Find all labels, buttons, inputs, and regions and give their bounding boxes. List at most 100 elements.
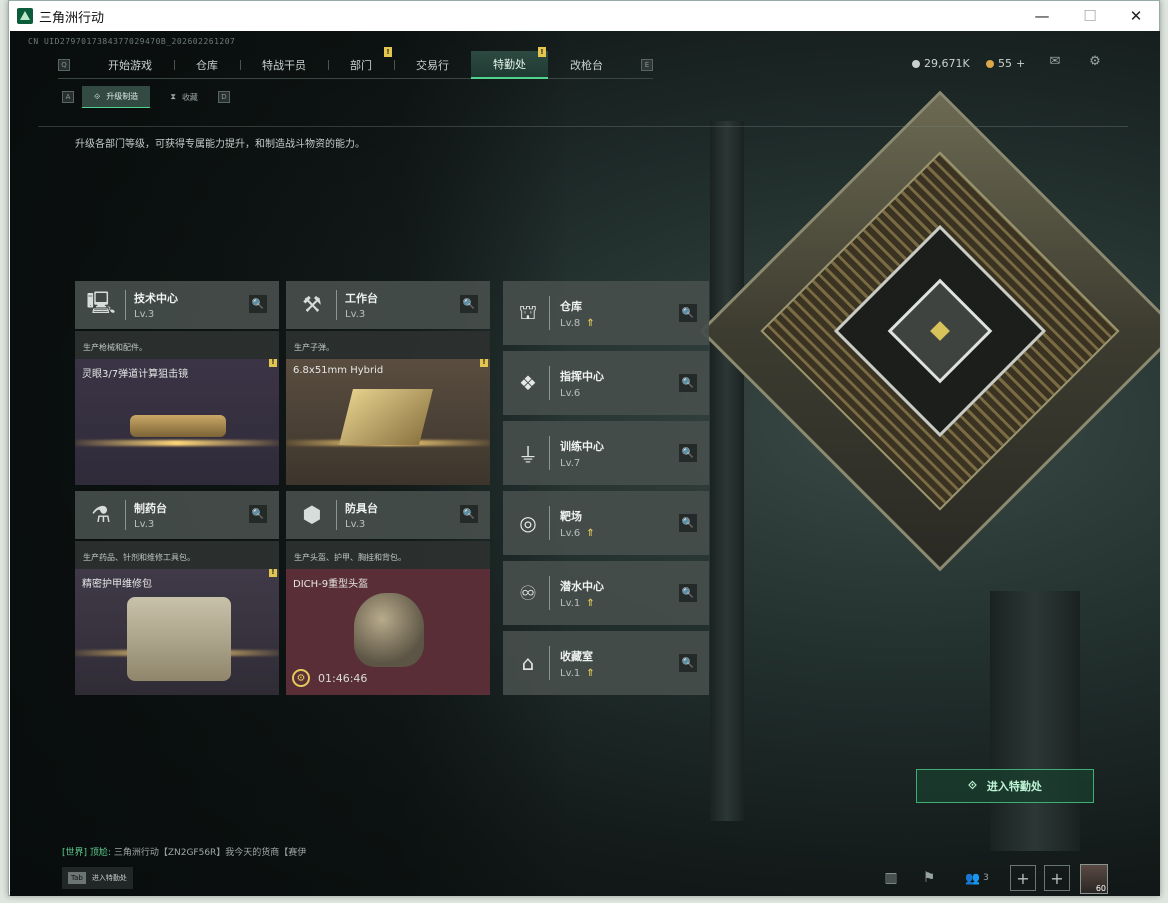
coin-balance[interactable]: 29,671K xyxy=(912,57,970,70)
search-icon[interactable]: 🔍 xyxy=(249,295,267,313)
search-icon[interactable]: 🔍 xyxy=(249,505,267,523)
enter-icon: ⟐ xyxy=(968,779,977,792)
station-subtitle: 生产枪械和配件。 xyxy=(75,331,279,359)
search-icon[interactable]: 🔍 xyxy=(460,505,478,523)
ammo-box-image xyxy=(339,389,433,445)
tab-special-ops[interactable]: 特勤处! xyxy=(471,46,548,79)
stats-chart-icon[interactable]: ▥ xyxy=(878,865,904,891)
dumbbell-icon: ⏚ xyxy=(518,442,538,467)
debug-id: CN UID2797017384377029470B_202602261207 xyxy=(28,37,236,46)
app-logo-icon xyxy=(17,8,33,24)
page-description: 升级各部门等级，可获得专属能力提升，和制造战斗物资的能力。 xyxy=(75,139,365,150)
invite-slot-button[interactable]: + xyxy=(1044,865,1070,891)
station-armor-bench[interactable]: ⬢ 防具台 Lv.3 🔍 xyxy=(286,491,490,539)
station-diving-center[interactable]: ♾ 潜水中心 Lv.1 ⇑ 🔍 xyxy=(503,561,709,625)
search-icon[interactable]: 🔍 xyxy=(679,514,697,532)
craft-timer: ⚙ 01:46:46 xyxy=(292,669,367,687)
add-currency-button[interactable]: + xyxy=(1016,57,1025,70)
subnav-right-key: D xyxy=(217,91,230,103)
enter-special-ops-button[interactable]: ⟐ 进入特勤处 xyxy=(916,769,1094,803)
tab-gunsmith[interactable]: 改枪台 xyxy=(548,51,625,79)
station-workbench[interactable]: ⚒ 工作台 Lv.3 🔍 xyxy=(286,281,490,329)
settings-gear-icon[interactable]: ⚙ xyxy=(1086,53,1104,69)
app-window: 三角洲行动 — ☐ ✕ CN UID2797017384377029470B_2… xyxy=(8,0,1160,896)
station-subtitle: 生产药品、针剂和维修工具包。 xyxy=(75,541,279,569)
station-subtitle: 生产子弹。 xyxy=(286,331,490,359)
tab-collection[interactable]: ⧗ 收藏 xyxy=(158,86,210,108)
search-icon[interactable]: 🔍 xyxy=(679,654,697,672)
microscope-icon: ⚗ xyxy=(91,502,111,528)
alert-badge: ! xyxy=(269,569,277,577)
scope-image xyxy=(130,415,226,437)
craft-slot-pharmacy[interactable]: 精密护甲维修包 ! xyxy=(75,569,279,695)
tab-key-hint[interactable]: Tab 进入特勤处 xyxy=(62,867,133,889)
game-viewport: CN UID2797017384377029470B_202602261207 … xyxy=(10,31,1160,896)
station-subtitle: 生产头盔、护甲、胸挂和背包。 xyxy=(286,541,490,569)
search-icon[interactable]: 🔍 xyxy=(679,374,697,392)
tools-icon: ⚒ xyxy=(302,292,322,318)
nav-left-key: Q xyxy=(58,58,70,71)
station-command-center[interactable]: ❖ 指挥中心 Lv.6 🔍 xyxy=(503,351,709,415)
ticket-balance[interactable]: 55 + xyxy=(986,57,1025,70)
tab-operators[interactable]: 特战干员 xyxy=(240,51,328,79)
upgrade-icon: ⟐ xyxy=(94,91,101,101)
target-icon: ◎ xyxy=(519,511,537,535)
tab-trading[interactable]: 交易行 xyxy=(394,51,471,79)
command-icon: ❖ xyxy=(519,371,537,395)
craft-slot-workbench[interactable]: 6.8x51mm Hybrid ! xyxy=(286,359,490,485)
friends-button[interactable]: 👥 3 xyxy=(960,865,994,891)
avatar-level: 60 xyxy=(1095,884,1106,893)
mail-icon[interactable]: ✉ xyxy=(1046,53,1064,69)
background-tower xyxy=(710,121,744,821)
tab-upgrade-craft[interactable]: ⟐ 升级制造 xyxy=(82,86,151,108)
search-icon[interactable]: 🔍 xyxy=(679,584,697,602)
background-pillar xyxy=(990,591,1080,851)
tab-start-game[interactable]: 开始游戏 xyxy=(86,51,174,79)
avatar[interactable]: 60 xyxy=(1080,864,1108,894)
minimize-button[interactable]: — xyxy=(1019,1,1065,31)
nav-right-key: E xyxy=(641,58,653,71)
warehouse-icon: ⛫ xyxy=(518,299,538,324)
tab-department[interactable]: 部门! xyxy=(328,46,394,79)
title-bar: 三角洲行动 — ☐ ✕ xyxy=(9,1,1159,31)
blocks-icon: ⬢ xyxy=(302,502,322,528)
invite-slot-button[interactable]: + xyxy=(1010,865,1036,891)
search-icon[interactable]: 🔍 xyxy=(460,295,478,313)
search-icon[interactable]: 🔍 xyxy=(679,444,697,462)
upgrade-available-icon: ⇑ xyxy=(586,597,595,609)
coin-icon xyxy=(912,59,920,68)
computer-icon: 🖳 xyxy=(86,291,116,316)
station-warehouse[interactable]: ⛫ 仓库 Lv.8 ⇑ 🔍 xyxy=(503,281,709,345)
station-training-center[interactable]: ⏚ 训练中心 Lv.7 🔍 xyxy=(503,421,709,485)
maximize-button[interactable]: ☐ xyxy=(1067,1,1113,31)
desktop-background: 三角洲行动 — ☐ ✕ CN UID2797017384377029470B_2… xyxy=(0,0,1168,903)
flag-icon[interactable]: ⚑ xyxy=(916,865,942,891)
top-nav: Q 开始游戏 仓库 特战干员 部门! 交易行 特勤处! 改枪台 E xyxy=(58,46,653,79)
craft-item-name: DICH-9重型头盔 xyxy=(293,579,369,590)
helmet-image xyxy=(354,593,424,667)
chat-message[interactable]: [世界] 顶尬: 三角洲行动【ZN2GF56R】我今天的货商【赛伊 xyxy=(62,845,306,858)
craft-slot-armor-bench[interactable]: DICH-9重型头盔 ⚙ 01:46:46 xyxy=(286,569,490,695)
station-collection-room[interactable]: ⌂ 收藏室 Lv.1 ⇑ 🔍 xyxy=(503,631,709,695)
tab-warehouse[interactable]: 仓库 xyxy=(174,51,240,79)
craft-item-name: 精密护甲维修包 xyxy=(82,579,152,590)
craft-slot-tech-center[interactable]: 灵眼3/7弹道计算狙击镜 ! xyxy=(75,359,279,485)
alert-badge: ! xyxy=(384,46,392,57)
upgrade-available-icon: ⇑ xyxy=(586,527,595,539)
window-title: 三角洲行动 xyxy=(39,10,105,26)
craft-item-name: 6.8x51mm Hybrid xyxy=(293,365,384,376)
search-icon[interactable]: 🔍 xyxy=(679,304,697,322)
ticket-icon xyxy=(986,59,994,68)
header-divider xyxy=(38,126,1128,127)
special-ops-cube-image xyxy=(699,90,1160,572)
station-tech-center[interactable]: 🖳 技术中心 Lv.3 🔍 xyxy=(75,281,279,329)
close-button[interactable]: ✕ xyxy=(1113,1,1159,31)
trophy-display-icon: ⌂ xyxy=(521,651,535,675)
subnav-left-key: A xyxy=(62,91,74,103)
station-pharmacy[interactable]: ⚗ 制药台 Lv.3 🔍 xyxy=(75,491,279,539)
station-shooting-range[interactable]: ◎ 靶场 Lv.6 ⇑ 🔍 xyxy=(503,491,709,555)
alert-badge: ! xyxy=(480,359,488,367)
alert-badge: ! xyxy=(269,359,277,367)
diving-goggles-icon: ♾ xyxy=(519,581,537,605)
alert-badge: ! xyxy=(538,46,546,57)
